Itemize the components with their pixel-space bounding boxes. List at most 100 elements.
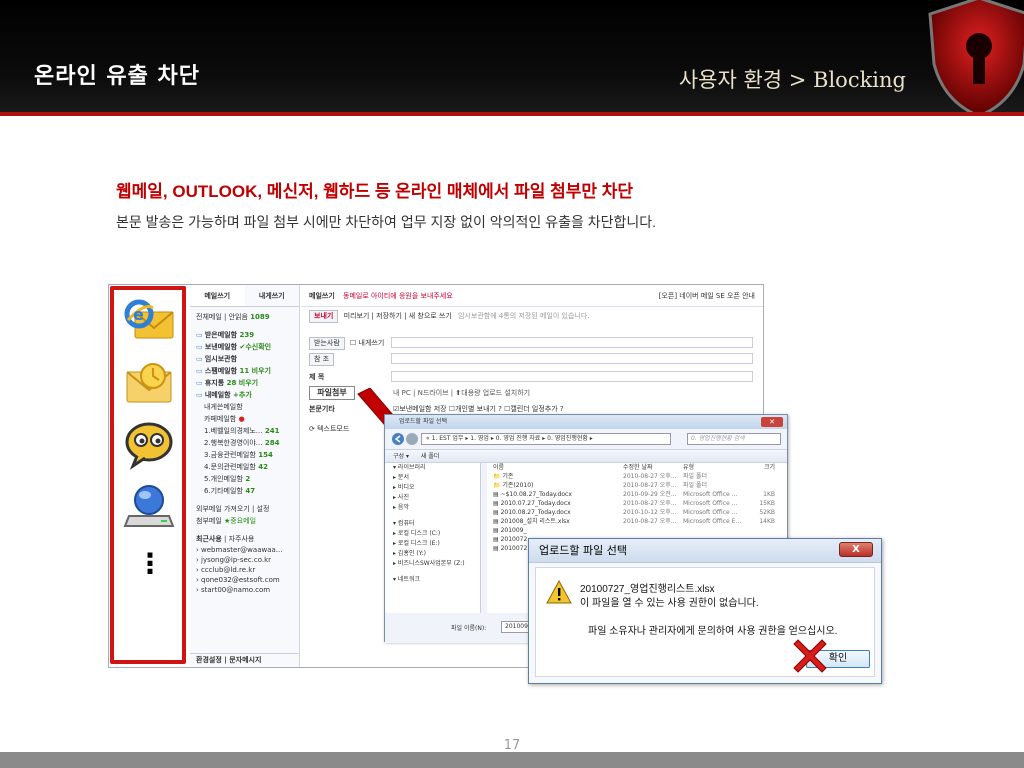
recent-tabs: 최근사용 | 자주사용 [196, 535, 255, 543]
file-name: 📁 기존(2010) [493, 482, 534, 489]
cc-input[interactable] [391, 353, 753, 364]
description: 본문 발송은 가능하며 파일 첨부 시에만 차단하여 업무 지장 없이 악의적인… [116, 214, 657, 230]
sidebar-subfolder[interactable]: 5.개인메일함 2 [190, 473, 299, 485]
subfolder-count: 241 [262, 427, 280, 435]
subfolder-label: 1.베벨일의경제노... [204, 427, 263, 435]
mail-sidebar: 메일쓰기 내게쓰기 전체메일 | 안읽음 1089 ▭ 받은메일함 239 ▭ 보… [190, 285, 300, 667]
to-self-checkbox[interactable]: ☐ 내게쓰기 [350, 339, 384, 347]
sidebar-subfolder[interactable]: 2.행복한경영이야... 284 [190, 437, 299, 449]
sidebar-folder[interactable]: ▭ 스팸메일함 11 비우기 [190, 365, 299, 377]
attach-mail-link[interactable]: 첨부메일 [196, 517, 222, 525]
explorer-close-button[interactable]: ✕ [761, 417, 783, 427]
sidebar-subfolder[interactable]: 4.문의관련메일함 42 [190, 461, 299, 473]
recent-tab[interactable]: 최근사용 [196, 535, 222, 543]
subfolder-count: 2 [242, 475, 251, 483]
sidebar-folder[interactable]: ▭ 받은메일함 239 [190, 329, 299, 341]
cc-label[interactable]: 참 조 [309, 353, 335, 366]
file-row[interactable]: 📁 기존(2010) 2010-08-27 오후... 파일 폴더 [487, 481, 787, 490]
save-button[interactable]: 저장하기 [376, 312, 402, 320]
file-row[interactable]: ▤ 2010.07.27_Today.docx 2010-08-27 오후... M… [487, 499, 787, 508]
subfolder-count: ● [236, 415, 245, 423]
file-row[interactable]: ▤ 201008_설치 리스트.xlsx 2010-08-27 오후... Micr… [487, 517, 787, 526]
new-window-button[interactable]: 새 창으로 쓰기 [409, 312, 452, 320]
more-apps-ellipsis: ⋮ [136, 547, 164, 580]
tab-write-mail[interactable]: 메일쓰기 [190, 285, 245, 306]
file-type: 파일 폴더 [683, 482, 707, 489]
file-list-header: 이름 수정한 날짜 유형 크기 [487, 463, 787, 472]
folder-count: 239 [237, 331, 255, 339]
text-mode-tab[interactable]: ⟳ 텍스트모드 [309, 423, 349, 435]
tree-item[interactable]: ▸ 로컬 디스크 (C:) [385, 529, 480, 539]
col-name[interactable]: 이름 [493, 463, 619, 472]
sidebar-subfolder[interactable]: 내게쓴메일함 [190, 401, 299, 413]
file-row[interactable]: ▤ 2010.08.27_Today.docx 2010-10-12 오후... M… [487, 508, 787, 517]
recent-address[interactable]: › webmaster@waawaa... [190, 545, 299, 555]
recent-address[interactable]: › qone032@estsoft.com [190, 575, 299, 585]
subfolder-count: 42 [255, 463, 268, 471]
folder-icon: ▭ [196, 379, 205, 387]
file-row[interactable]: ▤ ~$10.08.27_Today.docx 2010-09-29 오전... M… [487, 490, 787, 499]
file-type: Microsoft Office ... [683, 509, 738, 516]
settings-link[interactable]: 환경설정 [196, 656, 222, 664]
file-row[interactable]: 📁 기존 2010-08-27 오후... 파일 폴더 [487, 472, 787, 481]
subject-input[interactable] [391, 371, 753, 382]
all-mail-row[interactable]: 전체메일 | 안읽음 1089 [190, 311, 299, 323]
tree-item[interactable]: ▸ 비즈니스SW사업본부 (Z:) [385, 559, 480, 569]
mail-tabs: 메일쓰기 내게쓰기 [190, 285, 299, 307]
file-type: Microsoft Office E... [683, 518, 742, 525]
recent-address[interactable]: › start00@namo.com [190, 585, 299, 595]
external-mail-link[interactable]: 외부메일 가져오기 | 설정 [190, 503, 299, 515]
important-mail-link[interactable]: ★중요메일 [224, 517, 256, 525]
subfolder-count: 154 [255, 451, 273, 459]
explorer-toolbar: 구성 ▾ 새 폴더 [385, 449, 787, 463]
online-media-icon-panel: e ⋮ [110, 286, 186, 664]
organize-button[interactable]: 구성 ▾ [393, 453, 409, 460]
dialog-close-button[interactable]: X [839, 542, 873, 557]
compose-notice[interactable]: 동메일로 아이티에 응원을 보내주세요 [343, 292, 453, 300]
compose-announcement[interactable]: [오픈] 네이버 메일 SE 오픈 안내 [659, 285, 755, 307]
tree-item[interactable]: ▾ 네트워크 [385, 575, 480, 585]
to-input[interactable] [391, 337, 753, 348]
bottom-links: 환경설정 | 문자메시지 [190, 653, 299, 665]
sidebar-subfolder[interactable]: 1.베벨일의경제노... 241 [190, 425, 299, 437]
frequent-tab[interactable]: 자주사용 [229, 535, 255, 543]
folder-label: 보낸메일함 [204, 343, 238, 351]
sidebar-folder[interactable]: ▭ 임시보관함 [190, 353, 299, 365]
folder-icon: ▭ [196, 331, 205, 339]
preview-button[interactable]: 미리보기 [344, 312, 370, 320]
tree-item[interactable]: ▸ 김홍인 (Y:) [385, 549, 480, 559]
permission-error-dialog: 업로드할 파일 선택 X 20100727_영업진행리스트.xlsx 이 파일을… [528, 538, 882, 684]
tree-item[interactable]: ▾ 라이브러리 [385, 463, 480, 473]
tree-item[interactable]: ▾ 컴퓨터 [385, 519, 480, 529]
section-breadcrumb: 사용자 환경 > Blocking [678, 68, 906, 92]
tree-item[interactable]: ▸ 음악 [385, 503, 480, 513]
file-row[interactable]: ▤ 201009_ [487, 526, 787, 535]
subfolder-count: 47 [242, 487, 256, 495]
sidebar-subfolder[interactable]: 6.기타메일함 47 [190, 485, 299, 497]
sidebar-folder[interactable]: ▭ 보낸메일함 ✔수신확인 [190, 341, 299, 353]
address-bar[interactable]: « 1. EST 업무 ▸ 1. 영업 ▸ 0. 영업 진행 자료 ▸ 0. 영… [421, 433, 671, 445]
tab-write-self[interactable]: 내게쓰기 [245, 285, 300, 306]
messenger-icon [125, 422, 173, 470]
send-button[interactable]: 보내기 [309, 310, 339, 323]
outlook-icon [126, 363, 172, 403]
folder-tree: ▾ 라이브러리 ▸ 문서 ▸ 비디오 ▸ 사진 ▸ 음악 ▾ 컴퓨터 ▸ 로컬 디… [385, 463, 481, 613]
search-input[interactable]: 0. 영업진행현황 검색 [687, 433, 781, 445]
folder-label: 스팸메일함 [204, 367, 238, 375]
sms-link[interactable]: 문자메시지 [229, 656, 261, 664]
tree-item[interactable]: ▸ 로컬 디스크 (E:) [385, 539, 480, 549]
recent-address[interactable]: › ccclub@ld.re.kr [190, 565, 299, 575]
sidebar-subfolder[interactable]: 3.금융관련메일함 154 [190, 449, 299, 461]
sidebar-subfolder[interactable]: 카페메일함 ● [190, 413, 299, 425]
tree-item[interactable]: ▸ 사진 [385, 493, 480, 503]
back-forward-icon[interactable] [391, 432, 419, 446]
new-folder-button[interactable]: 새 폴더 [421, 453, 439, 460]
to-label[interactable]: 받는사람 [309, 337, 345, 350]
tree-item[interactable]: ▸ 비디오 [385, 483, 480, 493]
recent-address[interactable]: › jysong@ip-sec.co.kr [190, 555, 299, 565]
sidebar-folder[interactable]: ▭ 내메일함 +추가 [190, 389, 299, 401]
sidebar-folder[interactable]: ▭ 휴지통 28 비우기 [190, 377, 299, 389]
tree-item[interactable]: ▸ 문서 [385, 473, 480, 483]
col-size[interactable]: 크기 [745, 463, 775, 472]
col-type[interactable]: 유형 [683, 463, 745, 472]
